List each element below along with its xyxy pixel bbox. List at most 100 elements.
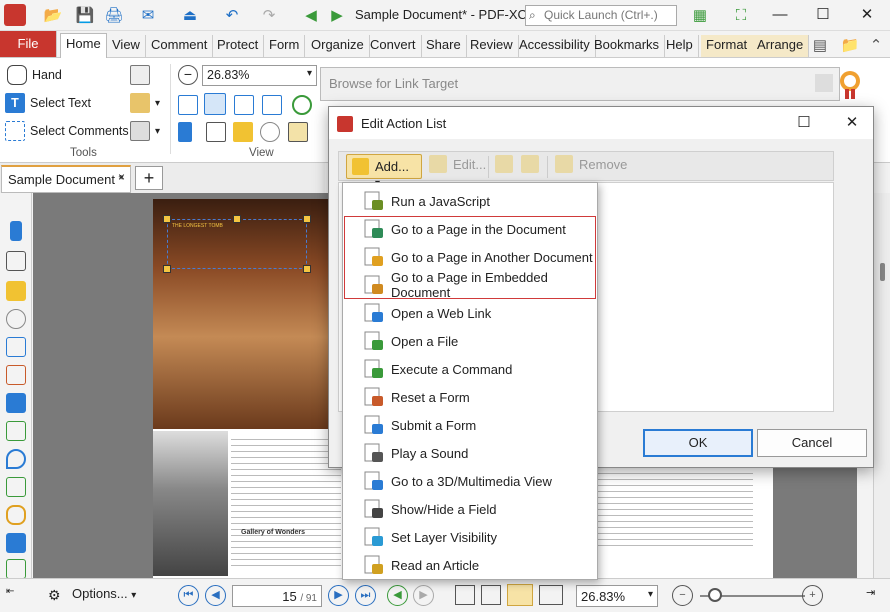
comments-button[interactable] [233,122,253,142]
resize-handle[interactable] [163,215,171,223]
structure-panel-icon[interactable] [6,559,26,579]
resize-handle[interactable] [233,215,241,223]
tab-protect[interactable]: Protect [212,35,265,57]
resize-handle[interactable] [163,265,171,273]
comments-panel-icon[interactable] [6,281,26,301]
tab-accessibility[interactable]: Accessibility [514,35,596,57]
menu-item[interactable]: Go to a Page in Another Document [343,243,597,271]
cancel-button[interactable]: Cancel [757,429,867,457]
menu-item[interactable]: Go to a Page in the Document [343,215,597,243]
add-action-button[interactable]: Add... ▾ [346,154,422,189]
facing-continuous-icon[interactable] [539,585,563,605]
move-down-icon[interactable] [521,155,539,173]
menu-item[interactable]: Set Layer Visibility [343,523,597,551]
page-number-input[interactable]: 15 / 91 [232,585,322,607]
fields-panel-icon[interactable] [6,421,26,441]
resize-handle[interactable] [303,215,311,223]
facing-icon[interactable] [507,584,533,606]
menu-item[interactable]: Execute a Command [343,355,597,383]
maximize-button[interactable]: ☐ [808,4,838,26]
links-panel-icon[interactable] [6,505,26,525]
fullscreen-icon[interactable]: ⛶ [730,5,752,25]
stamps-panel-icon[interactable] [6,533,26,553]
options-button[interactable]: Options... ▾ [72,586,136,601]
scan-icon[interactable]: ⏏ [170,5,210,25]
email-icon[interactable]: ✉ [131,5,165,25]
tab-comment[interactable]: Comment [146,35,214,57]
quick-launch-input[interactable]: ⌕ Quick Launch (Ctrl+.) [525,5,677,26]
resize-handle[interactable] [303,265,311,273]
print-icon[interactable]: 🖨 [103,5,125,25]
layers-panel-icon[interactable] [6,393,26,413]
collapse-ribbon-icon[interactable]: ⌃ [866,35,886,55]
layers-button[interactable] [288,122,308,142]
tab-share[interactable]: Share [421,35,467,57]
save-icon[interactable]: 💾 [74,5,96,25]
attachments-panel-icon[interactable] [6,309,26,329]
tab-bookmarks[interactable]: Bookmarks [589,35,666,57]
back-view-icon[interactable]: ◀ [387,585,408,606]
content-panel-icon[interactable] [6,337,26,357]
fit-width-button[interactable] [234,95,254,115]
menu-item[interactable]: Show/Hide a Field [343,495,597,523]
single-page-icon[interactable] [455,585,475,605]
zoom-select[interactable]: 26.83% ▾ [576,585,658,607]
menu-item[interactable]: Reset a Form [343,383,597,411]
tab-view[interactable]: View [107,35,146,57]
menu-item[interactable]: Play a Sound [343,439,597,467]
menu-item[interactable]: Go to a 3D/Multimedia View [343,467,597,495]
document-tab[interactable]: Sample Document * × [1,165,131,193]
rotate-button[interactable] [292,95,312,115]
zoom-out-icon[interactable]: − [672,585,693,606]
tab-organize[interactable]: Organize [306,35,370,57]
select-text-button[interactable]: T Select Text [5,93,91,113]
bookmarks-panel-icon[interactable] [10,221,22,241]
ok-button[interactable]: OK [643,429,753,457]
zoom-dropdown[interactable]: 26.83% ▾ [202,65,317,86]
scrollbar-thumb[interactable] [880,263,885,281]
pages-button[interactable] [206,122,226,142]
tab-file[interactable]: File [0,31,57,57]
tab-arrange[interactable]: Arrange [752,35,810,57]
tab-form[interactable]: Form [264,35,306,57]
snapshot-button[interactable] [130,65,150,85]
next-page-icon[interactable]: ▶ [328,585,349,606]
zoom-in-icon[interactable]: + [802,585,823,606]
open-folder-icon[interactable]: 📂 [36,5,70,25]
new-tab-button[interactable]: + [135,166,163,190]
remove-action-button[interactable]: Remove [579,157,627,172]
highlight-icon[interactable]: ▦ [683,5,717,25]
selected-text-block[interactable]: THE LONGEST TOMB [167,219,307,269]
zoom-slider-knob[interactable] [708,588,722,602]
minimize-button[interactable]: — [765,4,795,26]
continuous-icon[interactable] [481,585,501,605]
document-properties-icon[interactable]: ▤ [808,35,832,55]
zoom-out-icon[interactable]: − [178,65,198,85]
dialog-maximize-button[interactable]: ☐ [789,112,819,134]
menu-item[interactable]: Go to a Page in Embedded Document [343,270,597,300]
close-tab-icon[interactable]: × [118,170,125,184]
move-up-icon[interactable] [495,155,513,173]
actual-size-button[interactable] [178,95,198,115]
fit-page-button[interactable] [204,93,226,115]
vertical-scrollbar[interactable] [873,193,890,578]
attachments-button[interactable] [260,122,280,142]
dialog-close-button[interactable]: ✕ [837,112,867,134]
menu-item[interactable]: Run a JavaScript [343,187,597,215]
select-comments-button[interactable]: Select Comments [5,121,129,141]
close-button[interactable]: ✕ [852,4,882,26]
forward-icon[interactable]: ▶ [326,5,348,25]
bookmark-button[interactable] [178,122,192,142]
properties-panel-icon[interactable] [6,365,26,385]
folder-search-icon[interactable]: 📁 [838,35,862,55]
menu-item[interactable]: Open a File [343,327,597,355]
undo-icon[interactable]: ↶ [214,5,250,25]
thumbnails-panel-icon[interactable] [6,251,26,271]
edit-action-button[interactable]: Edit... [453,157,486,172]
hand-tool-button[interactable]: Hand [7,65,62,85]
expand-icon[interactable]: ⇥ [866,586,875,599]
clipboard-button[interactable]: ▾ [130,93,160,113]
destinations-panel-icon[interactable] [6,449,26,469]
previous-page-icon[interactable]: ◀ [205,585,226,606]
last-page-icon[interactable]: ⏭ [355,585,376,606]
